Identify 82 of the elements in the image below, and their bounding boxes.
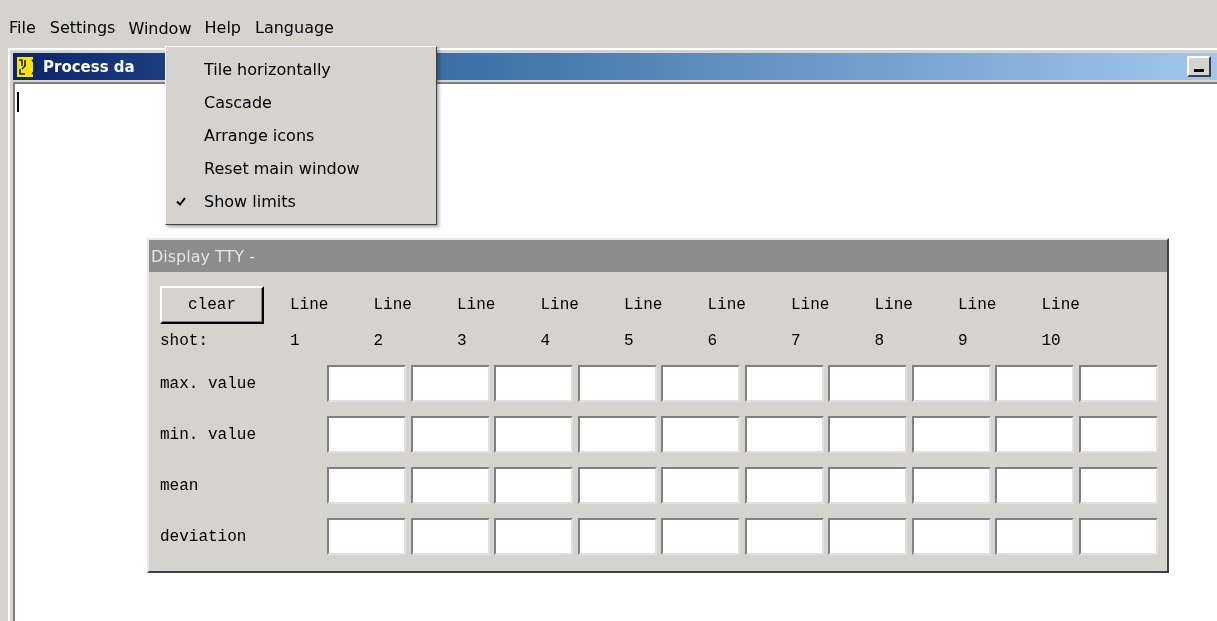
line-number: 6	[707, 332, 719, 350]
menu-option[interactable]: Reset main window	[166, 152, 436, 185]
line-number: 8	[874, 332, 886, 350]
column-header: Line	[958, 296, 998, 314]
value-field[interactable]	[410, 365, 490, 402]
row-label: max. value	[160, 374, 257, 393]
menu-item[interactable]: Settings	[42, 13, 123, 44]
column-header: Line	[1041, 296, 1081, 314]
line-number: 3	[457, 332, 468, 350]
window-title: Display TTY -	[151, 246, 255, 266]
line-number: 5	[624, 332, 635, 350]
value-field[interactable]	[494, 467, 573, 504]
value-field[interactable]	[911, 467, 991, 504]
menu-option[interactable]: Show limits	[166, 185, 436, 218]
value-field[interactable]	[1078, 518, 1158, 555]
value-field[interactable]	[410, 416, 490, 453]
line-number: 4	[540, 332, 552, 350]
value-field[interactable]	[995, 365, 1074, 402]
menu-option[interactable]: Cascade	[166, 86, 436, 119]
column-header: Line	[457, 296, 497, 314]
value-field[interactable]	[911, 416, 991, 453]
text-cursor	[17, 92, 19, 112]
value-field[interactable]	[577, 518, 657, 555]
row-label: mean	[160, 476, 200, 495]
value-field[interactable]	[661, 467, 740, 504]
value-field[interactable]	[327, 416, 406, 453]
line-number: 9	[958, 332, 969, 350]
column-header: Line	[707, 296, 747, 314]
window-title: Process da	[43, 57, 135, 76]
minimize-icon	[1194, 69, 1204, 72]
value-field[interactable]	[661, 518, 740, 555]
value-field[interactable]	[494, 365, 573, 402]
value-field[interactable]	[577, 365, 657, 402]
column-header: Line	[874, 296, 914, 314]
column-header: Line	[373, 296, 413, 314]
menu-option[interactable]: Arrange icons	[166, 119, 436, 152]
value-field[interactable]	[1078, 365, 1158, 402]
row-label: min. value	[160, 425, 257, 444]
value-field[interactable]	[744, 467, 824, 504]
value-field[interactable]	[494, 518, 573, 555]
column-header: Line	[791, 296, 831, 314]
line-number: 1	[290, 332, 301, 350]
column-header: Line	[290, 296, 330, 314]
value-field[interactable]	[327, 365, 406, 402]
value-field[interactable]	[661, 365, 740, 402]
value-field[interactable]	[1078, 467, 1158, 504]
value-field[interactable]	[494, 416, 573, 453]
value-field[interactable]	[1078, 416, 1158, 453]
app-logo-icon	[17, 56, 39, 77]
value-field[interactable]	[828, 416, 907, 453]
value-field[interactable]	[911, 518, 991, 555]
value-field[interactable]	[828, 365, 907, 402]
value-field[interactable]	[828, 518, 907, 555]
menu-option[interactable]: Tile horizontally	[166, 53, 436, 86]
menu-item[interactable]: File	[2, 13, 43, 44]
menu-item[interactable]: Language	[248, 13, 341, 44]
value-field[interactable]	[995, 416, 1074, 453]
line-number: 7	[791, 332, 802, 350]
value-field[interactable]	[410, 467, 490, 504]
value-field[interactable]	[744, 518, 824, 555]
column-header: Line	[540, 296, 580, 314]
value-field[interactable]	[995, 467, 1074, 504]
menu-item[interactable]: Help	[197, 13, 248, 44]
value-field[interactable]	[327, 518, 406, 555]
value-field[interactable]	[410, 518, 490, 555]
value-field[interactable]	[744, 416, 824, 453]
value-field[interactable]	[327, 467, 406, 504]
value-field[interactable]	[661, 416, 740, 453]
minimize-button[interactable]	[1187, 56, 1211, 77]
line-number: 10	[1041, 332, 1062, 350]
value-field[interactable]	[828, 467, 907, 504]
line-number: 2	[373, 332, 385, 350]
menu-item[interactable]: Window	[122, 15, 198, 44]
value-field[interactable]	[995, 518, 1074, 555]
row-label: deviation	[160, 527, 248, 546]
value-field[interactable]	[744, 365, 824, 402]
column-header: Line	[624, 296, 664, 314]
value-field[interactable]	[911, 365, 991, 402]
value-field[interactable]	[577, 416, 657, 453]
value-field[interactable]	[577, 467, 657, 504]
clear-button[interactable]: clear	[160, 286, 264, 324]
row-label: shot:	[160, 332, 209, 350]
